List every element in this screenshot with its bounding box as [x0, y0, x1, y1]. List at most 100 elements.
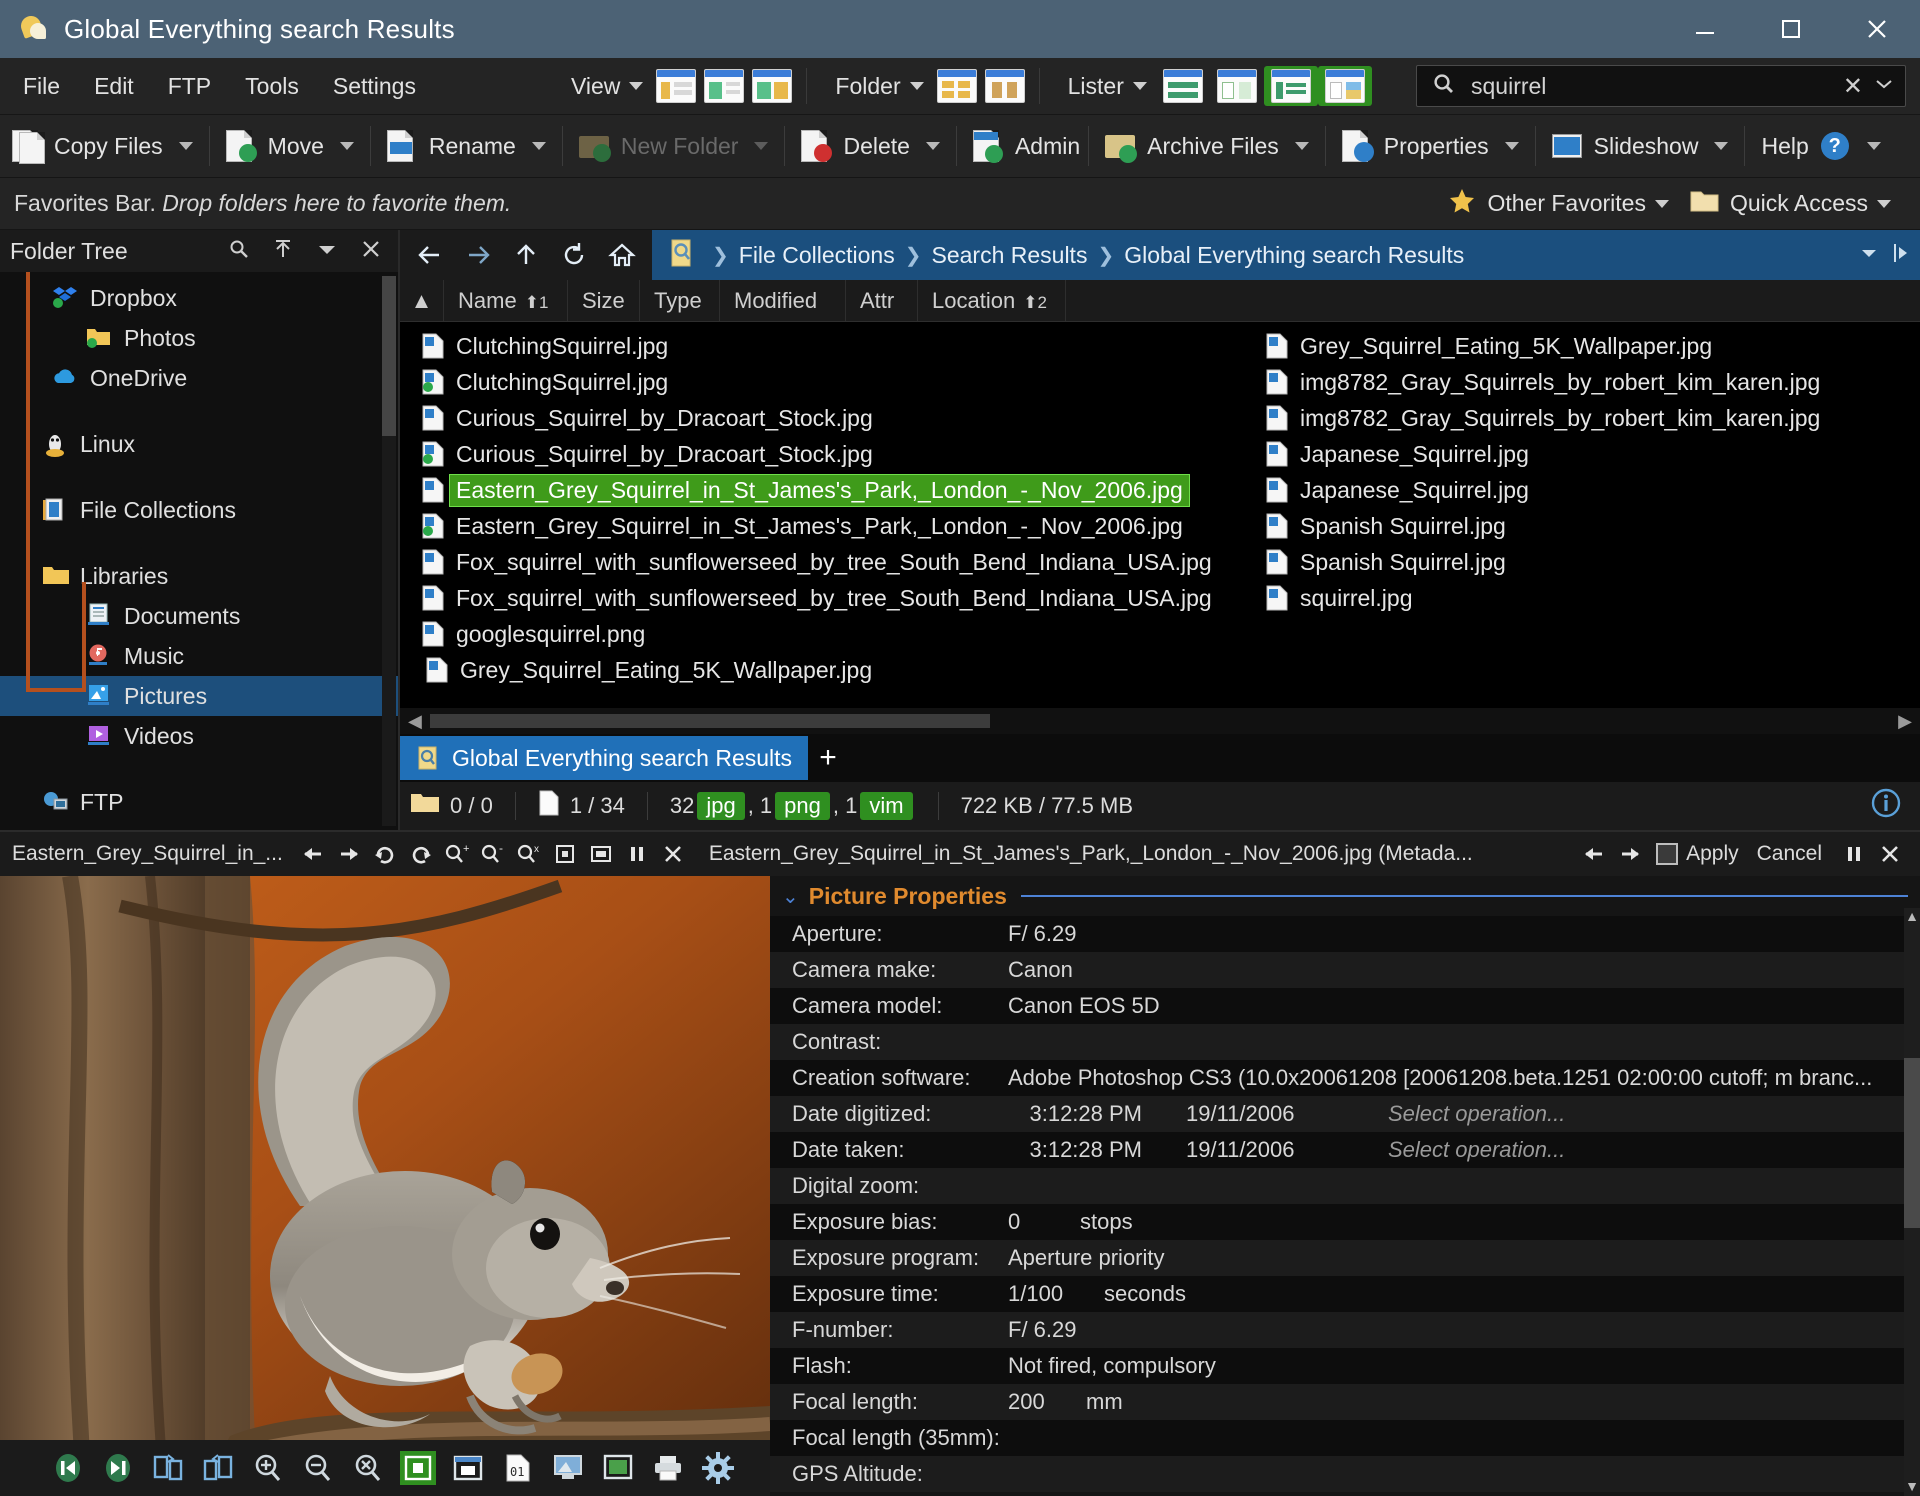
metadata-row[interactable]: Date digitized: 3:12:28 PM 19/11/2006 Se… [770, 1096, 1920, 1132]
metadata-row[interactable]: Focal length (35mm): [770, 1420, 1920, 1456]
viewer-rotate-right-icon[interactable] [403, 836, 439, 872]
forward-icon[interactable] [456, 233, 500, 277]
metadata-close-icon[interactable] [1872, 836, 1908, 872]
viewer-rotate-left-icon[interactable] [367, 836, 403, 872]
table-row[interactable]: Spanish Squirrel.jpg [1240, 508, 1920, 544]
viewer-zoom-reset-icon[interactable]: x [511, 836, 547, 872]
column-header-modified[interactable]: Modified [720, 280, 846, 322]
search-box[interactable]: squirrel ✕ [1416, 65, 1906, 107]
search-clear-icon[interactable]: ✕ [1843, 72, 1863, 101]
rotate-counterclockwise-icon[interactable] [200, 1451, 236, 1485]
minimize-button[interactable] [1662, 0, 1748, 58]
tree-item-linux[interactable]: Linux [0, 424, 398, 464]
table-row[interactable]: Spanish Squirrel.jpg [1240, 544, 1920, 580]
table-row[interactable]: Fox_squirrel_with_sunflowerseed_by_tree_… [400, 544, 1240, 580]
tree-item-libraries[interactable]: Libraries [0, 556, 398, 596]
metadata-prev-icon[interactable] [1576, 836, 1612, 872]
status-info-icon[interactable] [1870, 787, 1902, 825]
zoom-reset-icon[interactable] [350, 1451, 386, 1485]
metadata-row[interactable]: Aperture: F/ 6.29 [770, 916, 1920, 952]
zoom-in-icon[interactable] [250, 1451, 286, 1485]
breadcrumb-item-search-results[interactable]: Search Results [931, 242, 1087, 269]
page-number-icon[interactable]: 01 [500, 1451, 536, 1485]
metadata-row[interactable]: Flash: Not fired, compulsory [770, 1348, 1920, 1384]
metadata-row[interactable]: Focal length: 200 mm [770, 1384, 1920, 1420]
copy-files-caret[interactable] [179, 142, 193, 150]
maximize-button[interactable] [1748, 0, 1834, 58]
column-header-location[interactable]: Location⬆2 [918, 280, 1066, 322]
lister-viewer-wrap[interactable] [1318, 66, 1372, 106]
lister-dropdown-caret[interactable] [1133, 82, 1147, 90]
viewer-fit-icon[interactable] [547, 836, 583, 872]
horizontal-scrollbar-thumb[interactable] [430, 714, 990, 728]
breadcrumb-item-file-collections[interactable]: File Collections [739, 242, 895, 269]
folder-label[interactable]: Folder [817, 73, 900, 100]
folder-tiles-icon[interactable] [937, 69, 977, 103]
tree-item-music[interactable]: Music [0, 636, 398, 676]
home-icon[interactable] [600, 233, 644, 277]
metadata-next-icon[interactable] [1612, 836, 1648, 872]
table-row[interactable]: googlesquirrel.png [400, 616, 1240, 652]
new-tab-button[interactable]: + [808, 736, 848, 780]
metadata-scrollbar[interactable]: ▲ ▼ [1904, 908, 1920, 1496]
metadata-row[interactable]: GPS Altitude: [770, 1456, 1920, 1492]
table-row[interactable]: Japanese_Squirrel.jpg [1240, 472, 1920, 508]
breadcrumb-item-current[interactable]: Global Everything search Results [1124, 242, 1464, 269]
search-dropdown-icon[interactable] [1875, 77, 1893, 95]
set-as-wallpaper-icon[interactable] [550, 1451, 586, 1485]
archive-files-caret[interactable] [1295, 142, 1309, 150]
help-caret[interactable] [1867, 142, 1881, 150]
table-row[interactable]: ClutchingSquirrel.jpg [400, 328, 1240, 364]
refresh-icon[interactable] [552, 233, 596, 277]
viewer-fit-window-icon[interactable] [583, 836, 619, 872]
tree-item-ftp[interactable]: FTP [0, 782, 398, 822]
viewer-zoom-in-icon[interactable]: + [439, 836, 475, 872]
table-row[interactable]: squirrel.jpg [1240, 580, 1920, 616]
location-expand-icon[interactable] [1892, 241, 1910, 270]
viewer-next-icon[interactable] [331, 836, 367, 872]
help-button[interactable]: Help ? [1749, 115, 1854, 177]
menu-tools[interactable]: Tools [228, 58, 316, 114]
tree-scrollbar[interactable] [382, 276, 396, 826]
admin-button[interactable]: Admin [961, 115, 1084, 177]
slideshow-button[interactable]: Slideshow [1540, 115, 1703, 177]
column-header-size[interactable]: Size [568, 280, 640, 322]
quick-access-caret[interactable] [1877, 200, 1891, 208]
table-row[interactable]: img8782_Gray_Squirrels_by_robert_kim_kar… [1240, 400, 1920, 436]
print-icon[interactable] [650, 1451, 686, 1485]
view-thumbnails-icon[interactable] [752, 69, 792, 103]
tree-scrollbar-thumb[interactable] [382, 276, 396, 436]
tree-collapse-all-icon[interactable] [272, 238, 294, 265]
column-header-type[interactable]: Type [640, 280, 720, 322]
metadata-panel[interactable]: ⌄ Picture Properties Aperture: F/ 6.29 C… [770, 876, 1920, 1496]
table-row[interactable]: Curious_Squirrel_by_Dracoart_Stock.jpg [400, 400, 1240, 436]
menu-edit[interactable]: Edit [77, 58, 151, 114]
rename-button[interactable]: Rename [375, 115, 520, 177]
metadata-operation[interactable]: Select operation... [1388, 1101, 1565, 1127]
lister-vertical-wrap[interactable] [1210, 66, 1264, 106]
tree-item-file-collections[interactable]: File Collections [0, 490, 398, 530]
metadata-row[interactable]: Date taken: 3:12:28 PM 19/11/2006 Select… [770, 1132, 1920, 1168]
apply-button[interactable]: Apply [1686, 842, 1739, 866]
search-input[interactable]: squirrel [1471, 73, 1843, 100]
location-dropdown-icon[interactable] [1860, 246, 1878, 264]
metadata-row[interactable]: Creation software: Adobe Photoshop CS3 (… [770, 1060, 1920, 1096]
close-button[interactable] [1834, 0, 1920, 58]
table-row[interactable]: Japanese_Squirrel.jpg [1240, 436, 1920, 472]
lister-single-icon[interactable] [1163, 69, 1203, 103]
breadcrumb-root-icon[interactable] [668, 238, 694, 273]
lister-label[interactable]: Lister [1050, 73, 1124, 100]
scroll-left-icon[interactable]: ◀ [400, 711, 430, 732]
actual-size-icon[interactable] [400, 1451, 436, 1485]
lister-horizontal-wrap[interactable] [1264, 66, 1318, 106]
table-row[interactable]: Curious_Squirrel_by_Dracoart_Stock.jpg [400, 436, 1240, 472]
metadata-scroll-up-icon[interactable]: ▲ [1904, 908, 1920, 924]
tree-item-photos[interactable]: Photos [0, 318, 398, 358]
table-row[interactable]: ClutchingSquirrel.jpg [400, 364, 1240, 400]
apply-checkbox[interactable] [1656, 843, 1678, 865]
slideshow-caret[interactable] [1714, 142, 1728, 150]
tree-item-documents[interactable]: Documents [0, 596, 398, 636]
rotate-clockwise-icon[interactable] [150, 1451, 186, 1485]
up-icon[interactable] [504, 233, 548, 277]
viewer-zoom-out-icon[interactable]: - [475, 836, 511, 872]
